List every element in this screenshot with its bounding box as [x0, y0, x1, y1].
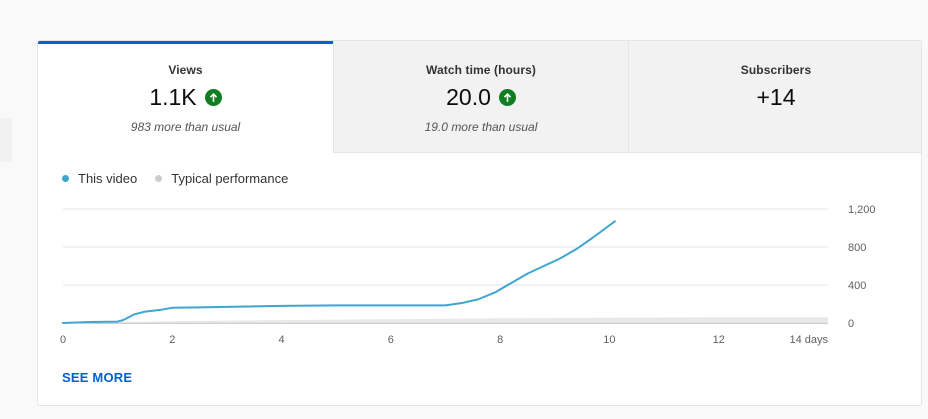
y-tick-label: 800 [848, 242, 866, 254]
series-this-video [62, 220, 616, 324]
see-more-link[interactable]: SEE MORE [62, 370, 132, 385]
y-tick-label: 400 [848, 280, 866, 292]
x-tick-label: 8 [497, 334, 503, 346]
x-tick-label: 4 [279, 334, 285, 346]
y-tick-label: 0 [848, 318, 854, 330]
analytics-card: Views 1.1K 983 more than usual Watch tim… [37, 40, 922, 406]
x-tick-label: 12 [713, 334, 725, 346]
side-panel-edge [0, 118, 12, 162]
x-tick-label: 0 [60, 334, 66, 346]
series-typical-performance [63, 317, 828, 323]
y-tick-label: 1,200 [848, 204, 876, 216]
views-line-chart[interactable]: 0 400 800 1,200 0 2 4 6 8 10 12 14 days [38, 41, 922, 361]
x-tick-label: 6 [388, 334, 394, 346]
x-tick-label: 2 [169, 334, 175, 346]
x-tick-label: 10 [603, 334, 615, 346]
x-tick-label: 14 days [789, 334, 828, 346]
